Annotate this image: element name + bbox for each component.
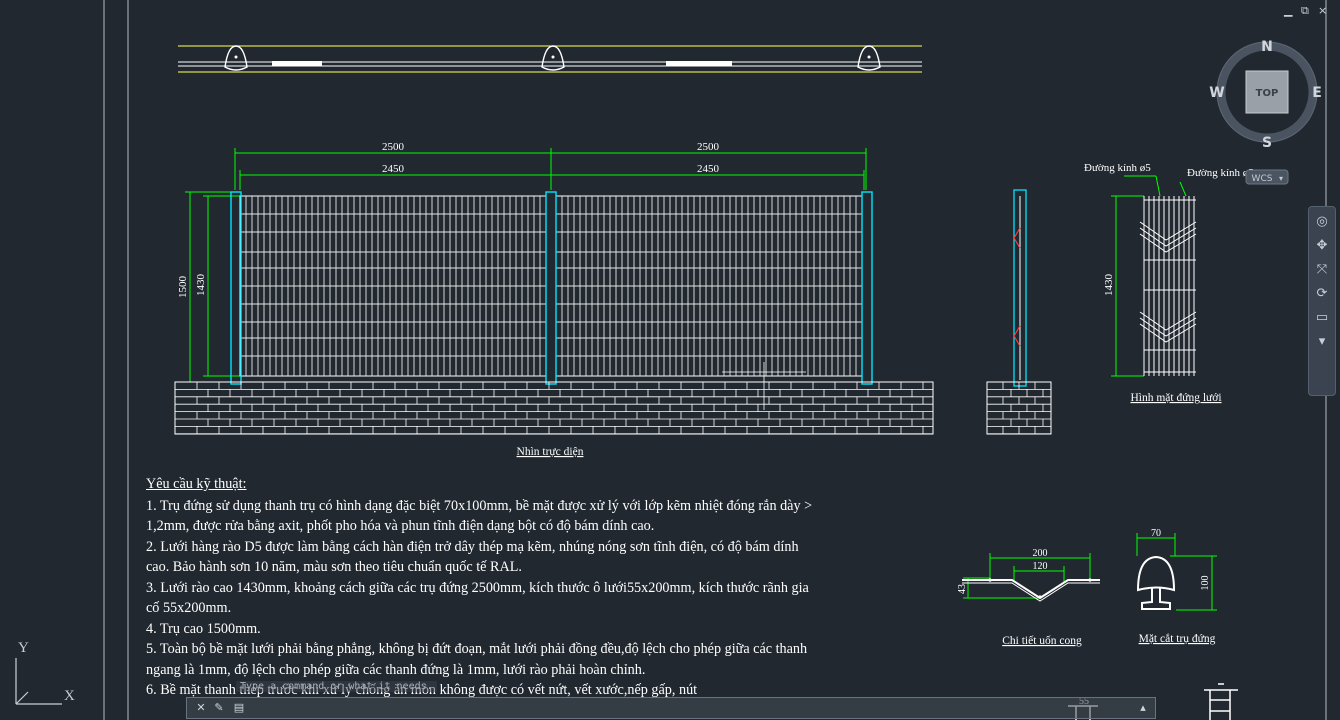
compass-north[interactable]: N [1261,39,1273,55]
dim-front-mid-2: 2450 [697,163,720,175]
ucs-y-label: Y [18,640,29,656]
zoom-extents-icon[interactable]: ⤧ [1312,261,1332,279]
dim-bend-depth: 43 [957,584,968,594]
command-line[interactable]: ✕ ✎ ▤ ▴ [186,697,1156,719]
showmotion-icon[interactable]: ▭ [1312,309,1332,327]
requirement-item-2: 2. Lưới hàng rào D5 được làm bằng cách h… [146,538,799,576]
command-close-icon[interactable]: ✕ [193,699,209,717]
post-section: 70 100 Mặt cắt trụ đứng [1136,528,1217,645]
mesh-elevation: 1430 Đường kính ø5 Đường kính ø5 Hình mặ… [1084,162,1254,404]
command-hint: Type a command or what it needs. [236,681,437,692]
autocad-model-space[interactable]: 2500 2500 2450 2450 1500 1430 Nhìn trực … [0,0,1340,720]
dim-front-top-2: 2500 [697,141,720,153]
label-post-section: Mặt cắt trụ đứng [1139,632,1216,645]
requirement-item-3: 3. Lưới rào cao 1430mm, khoảng cách giữa… [146,579,809,617]
close-button[interactable]: × [1318,4,1327,17]
label-diameter-2: Đường kính ø5 [1187,167,1254,179]
dim-front-height-mesh: 1430 [195,274,207,297]
steering-wheel-icon[interactable]: ◎ [1312,213,1332,231]
compass-south[interactable]: S [1262,135,1272,151]
ucs-x-label: X [64,688,75,704]
dim-bend-inner: 120 [1033,561,1048,572]
front-view: 2500 2500 2450 2450 1500 1430 Nhìn trực … [174,141,934,458]
requirement-item-1: 1. Trụ đứng sử dụng thanh trụ có hình dạ… [146,497,813,535]
command-history-icon[interactable]: ▤ [231,699,247,717]
technical-requirements: Yêu cầu kỹ thuật: 1. Trụ đứng sử dụng th… [146,474,816,701]
dim-front-top-1: 2500 [382,141,405,153]
dim-post-width: 70 [1151,528,1161,539]
svg-text:▾: ▾ [1279,174,1283,183]
mesh-wires [240,196,862,376]
requirement-item-5: 5. Toàn bộ bề mặt lưới phải bằng phẳng, … [146,641,808,678]
plan-view [178,45,922,73]
ucs-icon [15,658,62,705]
restore-button[interactable]: ⧉ [1301,4,1309,18]
side-view [986,189,1052,435]
command-input[interactable] [257,700,1121,718]
viewcube[interactable]: TOP N S E W WCS ▾ [1209,39,1322,185]
dim-front-mid-1: 2450 [382,163,405,175]
dim-front-height-total: 1500 [177,276,189,299]
compass-east[interactable]: E [1312,85,1322,101]
minimize-button[interactable]: ▁ [1284,4,1292,17]
navbar-menu-icon[interactable]: ▾ [1312,333,1332,351]
orbit-icon[interactable]: ⟳ [1312,285,1332,303]
dim-mesh-height: 1430 [1103,274,1115,297]
front-dimensions [185,148,867,383]
requirement-item-4: 4. Trụ cao 1500mm. [146,620,261,637]
dim-post-height: 100 [1200,576,1211,591]
label-mesh-elevation: Hình mặt đứng lưới [1130,392,1221,404]
label-front-view: Nhìn trực diện [517,446,584,458]
command-customize-icon[interactable]: ✎ [211,699,227,717]
front-posts [230,191,873,385]
command-expand-icon[interactable]: ▴ [1135,699,1151,717]
label-bend-detail: Chi tiết uốn cong [1002,634,1082,647]
brick-base-front [174,381,934,435]
viewcube-face-label[interactable]: TOP [1256,88,1279,99]
label-diameter-1: Đường kính ø5 [1084,162,1151,174]
requirements-title: Yêu cầu kỹ thuật: [146,476,247,492]
compass-west[interactable]: W [1209,85,1224,101]
pan-icon[interactable]: ✥ [1312,237,1332,255]
ucs-menu-label[interactable]: WCS [1252,174,1273,184]
navigation-bar: ◎ ✥ ⤧ ⟳ ▭ ▾ [1308,206,1336,396]
dim-bend-width: 200 [1033,548,1048,559]
bend-detail: 200 120 43 Chi tiết uốn cong [957,548,1100,647]
